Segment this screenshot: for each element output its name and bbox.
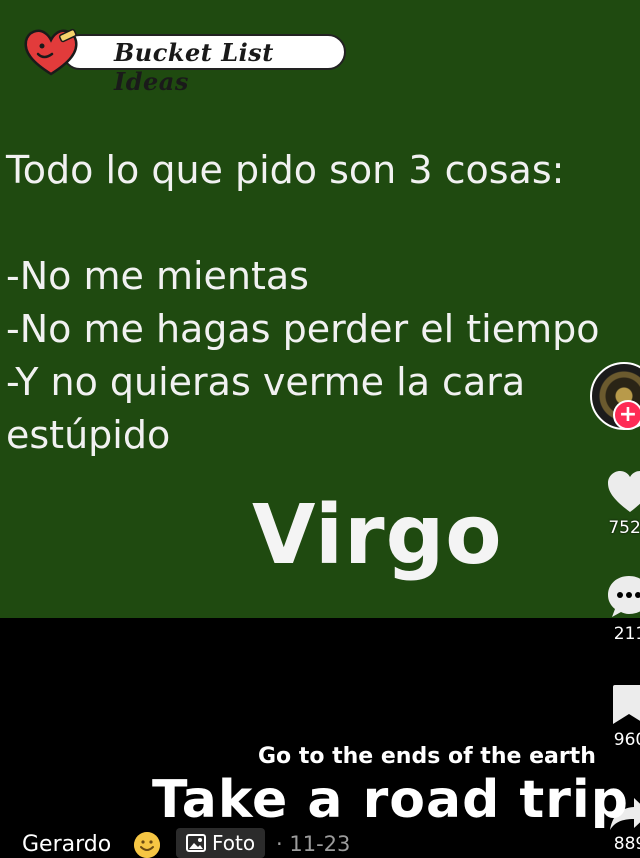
post-line: Todo lo que pido son 3 cosas:: [6, 148, 565, 192]
brand-badge: Bucket List Ideas: [22, 26, 346, 96]
image-icon: [186, 834, 206, 852]
post-line: estúpido: [6, 413, 171, 457]
heart-logo-icon: [24, 28, 78, 76]
author-name[interactable]: Gerardo: [22, 832, 111, 857]
photo-tag-label: Foto: [212, 831, 256, 855]
post-line: -Y no quieras verme la cara: [6, 360, 526, 404]
brand-name: Bucket List Ideas: [114, 38, 274, 96]
post-date: · 11-23: [276, 832, 351, 856]
post-line: [6, 197, 600, 250]
action-rail: + 7529 211 960 889: [540, 0, 640, 856]
comment-icon[interactable]: [606, 574, 640, 620]
bookmark-icon[interactable]: [610, 684, 640, 726]
share-count: 889: [613, 834, 640, 854]
caption-title: Take a road trip: [152, 770, 629, 830]
post-line: -No me mientas: [6, 254, 309, 298]
post-meta: Gerardo Foto · 11-23: [0, 828, 560, 858]
photo-tag[interactable]: Foto: [176, 828, 266, 858]
post-text: Todo lo que pido son 3 cosas: -No me mie…: [6, 144, 600, 462]
zodiac-sign: Virgo: [252, 488, 503, 583]
post-line: -No me hagas perder el tiempo: [6, 307, 600, 351]
smiley-emoji-icon: [134, 832, 160, 858]
caption-subtitle: Go to the ends of the earth: [258, 744, 596, 769]
comment-count: 211: [613, 624, 640, 644]
follow-button[interactable]: +: [613, 400, 640, 430]
like-count: 7529: [608, 518, 640, 538]
heart-icon[interactable]: [606, 470, 640, 514]
